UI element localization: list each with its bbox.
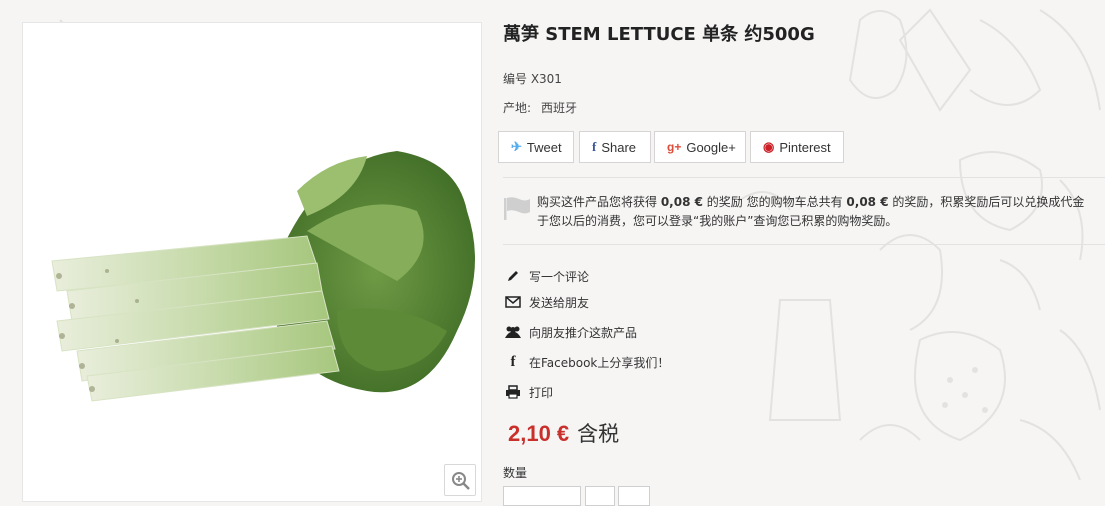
facebook-share-button[interactable]: f Share [579, 131, 651, 163]
tweet-button[interactable]: ✈ Tweet [498, 131, 574, 163]
google-plus-button[interactable]: g+ Google+ [654, 131, 746, 163]
loyalty-points-notice: 购买这件产品您将获得 0,08 € 的奖励 您的购物车总共有 0,08 € 的奖… [503, 177, 1105, 245]
loyalty-text-b: 的奖励 您的购物车总共有 [702, 195, 847, 209]
loyalty-text-a: 购买这件产品您将获得 [537, 195, 661, 209]
loyalty-text: 购买这件产品您将获得 0,08 € 的奖励 您的购物车总共有 0,08 € 的奖… [537, 193, 1105, 231]
print-link[interactable]: 打印 [503, 380, 553, 404]
send-to-friend-link[interactable]: 发送给朋友 [503, 290, 589, 314]
google-plus-icon: g+ [667, 140, 682, 154]
facebook-icon: f [510, 353, 516, 370]
product-price: 2,10 € [508, 421, 570, 446]
product-origin: 产地: 西班牙 [503, 99, 577, 116]
loyalty-text-c: 的奖励，积累奖励后可以兑换成代金 [888, 195, 1085, 209]
origin-value: 西班牙 [541, 101, 578, 115]
twitter-icon: ✈ [511, 139, 522, 154]
share-label: Share [601, 139, 637, 155]
flag-icon [504, 197, 530, 220]
quantity-input[interactable] [503, 486, 581, 506]
loyalty-text-d: 于您以后的消费，您可以登录“我的账户”查询您已积累的购物奖励。 [537, 214, 898, 228]
users-icon [503, 325, 523, 339]
envelope-icon [503, 296, 523, 308]
product-reference: 编号 X301 [503, 72, 562, 86]
product-photo-stem-lettuce[interactable] [47, 151, 487, 421]
pinterest-icon: ◉ [763, 139, 775, 154]
pinterest-button[interactable]: ◉ Pinterest [750, 131, 844, 163]
tax-label: 含税 [577, 422, 620, 446]
print-label: 打印 [529, 385, 554, 400]
zoom-button[interactable] [444, 464, 476, 496]
facebook-icon: f [592, 139, 597, 154]
product-title: 萬笋 STEM LETTUCE 单条 约500G [503, 24, 815, 45]
print-icon [503, 385, 523, 399]
product-image-panel [22, 22, 482, 502]
write-review-label: 写一个评论 [529, 269, 590, 284]
quantity-increase-button[interactable] [618, 486, 650, 506]
refer-friend-link[interactable]: 向朋友推介这款产品 [503, 320, 637, 344]
facebook-share-label: 在Facebook上分享我们！ [529, 355, 670, 370]
price-row: 2,10 € 含税 [508, 418, 619, 448]
origin-label: 产地: [503, 101, 532, 115]
quantity-label: 数量 [503, 466, 528, 480]
send-to-friend-label: 发送给朋友 [529, 295, 590, 310]
loyalty-points-cart: 0,08 € [846, 195, 889, 209]
quantity-decrease-button[interactable] [585, 486, 615, 506]
write-review-link[interactable]: 写一个评论 [503, 264, 589, 288]
google-label: Google+ [686, 139, 736, 155]
tweet-label: Tweet [526, 139, 562, 155]
refer-friend-label: 向朋友推介这款产品 [529, 325, 638, 340]
pinterest-label: Pinterest [779, 139, 831, 155]
loyalty-points-product: 0,08 € [660, 195, 703, 209]
pencil-icon [503, 269, 523, 283]
facebook-share-link[interactable]: f 在Facebook上分享我们！ [503, 350, 670, 374]
zoom-in-icon [452, 472, 470, 490]
